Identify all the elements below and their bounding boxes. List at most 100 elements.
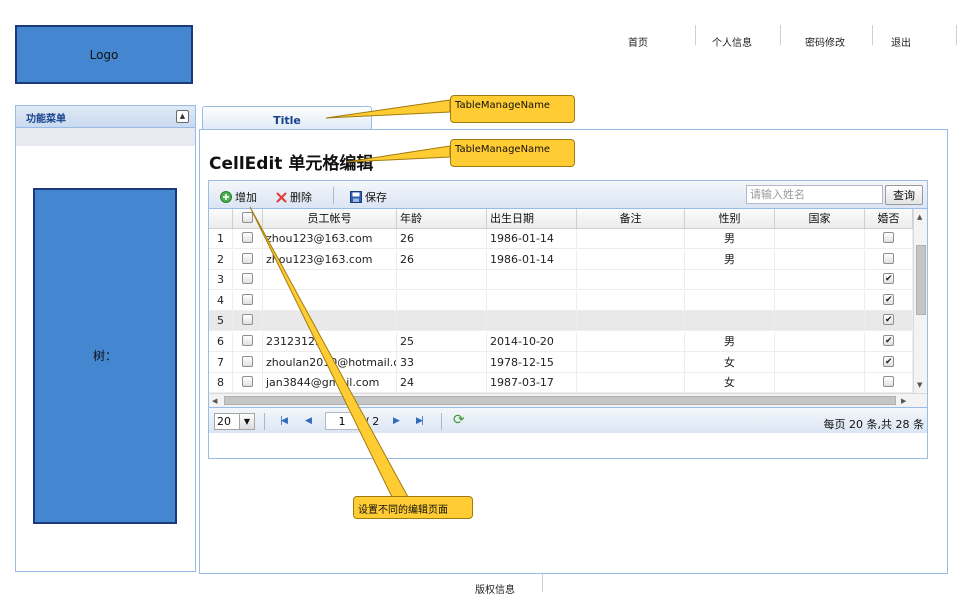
table-row[interactable]: 6 23123123 25 2014-10-20 男	[209, 332, 913, 352]
table-row[interactable]: 4	[209, 290, 913, 311]
cell-age[interactable]	[397, 311, 487, 332]
cell-birthdate[interactable]	[487, 311, 577, 332]
current-page-input[interactable]	[325, 412, 359, 430]
chevron-up-icon[interactable]: ▲	[176, 110, 189, 123]
horizontal-scroll-thumb[interactable]	[224, 396, 896, 405]
last-page-icon[interactable]: ▶|	[416, 416, 424, 426]
nav-profile[interactable]: 个人信息	[712, 34, 752, 49]
cell-account[interactable]: zhou123@163.com	[263, 249, 397, 270]
first-page-icon[interactable]: |◀	[280, 416, 288, 426]
cell-gender[interactable]: 男	[685, 249, 775, 270]
table-row[interactable]: 8 jan3844@gmail.com 24 1987-03-17 女	[209, 373, 913, 393]
cell-note[interactable]	[577, 332, 685, 352]
column-header-country[interactable]: 国家	[775, 209, 865, 229]
row-select-checkbox[interactable]	[233, 352, 263, 373]
column-header-account[interactable]: 员工帐号	[263, 209, 397, 229]
row-select-checkbox[interactable]	[233, 311, 263, 332]
cell-married[interactable]	[865, 352, 913, 373]
cell-note[interactable]	[577, 352, 685, 373]
delete-button[interactable]: 删除	[276, 189, 312, 205]
cell-birthdate[interactable]: 1978-12-15	[487, 352, 577, 373]
cell-gender[interactable]	[685, 270, 775, 291]
cell-account[interactable]: jan3844@gmail.com	[263, 373, 397, 393]
column-header-age[interactable]: 年龄	[397, 209, 487, 229]
next-page-icon[interactable]: ▶	[393, 416, 400, 426]
cell-married[interactable]	[865, 249, 913, 270]
cell-country[interactable]	[775, 270, 865, 291]
cell-married[interactable]	[865, 311, 913, 332]
horizontal-scrollbar[interactable]: ◀ ▶	[209, 393, 927, 407]
cell-gender[interactable]: 女	[685, 373, 775, 393]
cell-birthdate[interactable]: 1987-03-17	[487, 373, 577, 393]
cell-account[interactable]	[263, 270, 397, 291]
row-select-checkbox[interactable]	[233, 332, 263, 352]
cell-birthdate[interactable]: 2014-10-20	[487, 332, 577, 352]
cell-country[interactable]	[775, 249, 865, 270]
cell-account[interactable]: zhoulan2010@hotmail.c...	[263, 352, 397, 373]
cell-birthdate[interactable]: 1986-01-14	[487, 249, 577, 270]
cell-gender[interactable]	[685, 290, 775, 311]
search-button[interactable]: 查询	[885, 185, 923, 205]
row-select-checkbox[interactable]	[233, 290, 263, 311]
cell-note[interactable]	[577, 290, 685, 311]
cell-country[interactable]	[775, 352, 865, 373]
cell-note[interactable]	[577, 311, 685, 332]
save-button[interactable]: 保存	[350, 189, 387, 205]
row-select-checkbox[interactable]	[233, 270, 263, 291]
cell-age[interactable]: 26	[397, 249, 487, 270]
cell-married[interactable]	[865, 270, 913, 291]
table-row[interactable]: 3	[209, 270, 913, 291]
cell-age[interactable]	[397, 290, 487, 311]
cell-country[interactable]	[775, 290, 865, 311]
cell-note[interactable]	[577, 249, 685, 270]
chevron-down-icon[interactable]: ▼	[239, 414, 254, 429]
name-search-input[interactable]	[746, 185, 883, 204]
cell-gender[interactable]: 男	[685, 332, 775, 352]
vertical-scroll-thumb[interactable]	[916, 245, 926, 315]
cell-age[interactable]: 25	[397, 332, 487, 352]
add-button[interactable]: 增加	[220, 189, 257, 205]
cell-age[interactable]: 24	[397, 373, 487, 393]
table-row[interactable]: 7 zhoulan2010@hotmail.c... 33 1978-12-15 女	[209, 352, 913, 373]
column-header-birthdate[interactable]: 出生日期	[487, 209, 577, 229]
cell-country[interactable]	[775, 311, 865, 332]
previous-page-icon[interactable]: ◀	[305, 416, 312, 426]
scroll-right-icon[interactable]: ▶	[901, 397, 906, 405]
column-header-note[interactable]: 备注	[577, 209, 685, 229]
scroll-down-icon[interactable]: ▼	[917, 381, 922, 389]
cell-gender[interactable]	[685, 311, 775, 332]
nav-logout[interactable]: 退出	[891, 34, 911, 49]
cell-note[interactable]	[577, 229, 685, 249]
cell-account[interactable]	[263, 311, 397, 332]
select-all-checkbox[interactable]	[233, 209, 263, 229]
cell-birthdate[interactable]: 1986-01-14	[487, 229, 577, 249]
table-row[interactable]: 2 zhou123@163.com 26 1986-01-14 男	[209, 249, 913, 270]
cell-married[interactable]	[865, 290, 913, 311]
cell-married[interactable]	[865, 229, 913, 249]
cell-gender[interactable]: 女	[685, 352, 775, 373]
cell-country[interactable]	[775, 332, 865, 352]
page-size-select[interactable]: 20 ▼	[214, 413, 255, 430]
row-select-checkbox[interactable]	[233, 373, 263, 393]
scroll-up-icon[interactable]: ▲	[917, 213, 922, 221]
row-select-checkbox[interactable]	[233, 229, 263, 249]
cell-note[interactable]	[577, 270, 685, 291]
cell-country[interactable]	[775, 229, 865, 249]
cell-account[interactable]	[263, 290, 397, 311]
cell-married[interactable]	[865, 373, 913, 393]
column-header-gender[interactable]: 性别	[685, 209, 775, 229]
cell-note[interactable]	[577, 373, 685, 393]
cell-account[interactable]: zhou123@163.com	[263, 229, 397, 249]
table-row[interactable]: 5	[209, 311, 913, 332]
cell-account[interactable]: 23123123	[263, 332, 397, 352]
cell-married[interactable]	[865, 332, 913, 352]
cell-age[interactable]	[397, 270, 487, 291]
cell-age[interactable]: 26	[397, 229, 487, 249]
tab-title[interactable]: Title	[202, 106, 372, 130]
cell-country[interactable]	[775, 373, 865, 393]
cell-birthdate[interactable]	[487, 270, 577, 291]
cell-gender[interactable]: 男	[685, 229, 775, 249]
cell-birthdate[interactable]	[487, 290, 577, 311]
column-header-married[interactable]: 婚否	[865, 209, 913, 229]
table-row[interactable]: 1 zhou123@163.com 26 1986-01-14 男	[209, 229, 913, 249]
